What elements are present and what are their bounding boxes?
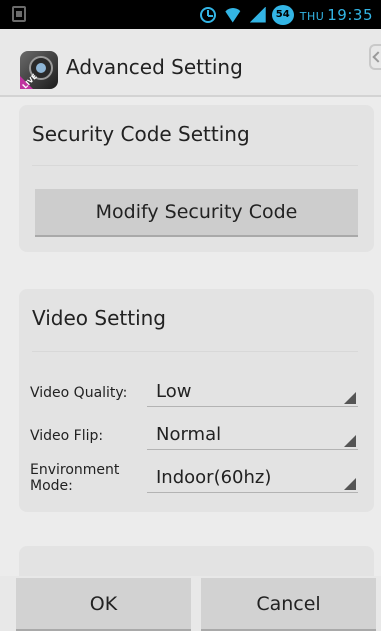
video-flip-value: Normal: [156, 424, 222, 445]
video-quality-select[interactable]: Low: [147, 381, 358, 407]
dropdown-arrow-icon: [344, 435, 356, 447]
back-tab-icon[interactable]: [369, 44, 381, 70]
video-quality-label: Video Quality:: [30, 385, 128, 401]
status-day: THU: [299, 9, 325, 23]
dropdown-arrow-icon: [344, 478, 356, 490]
status-time: 19:35: [327, 5, 373, 24]
alarm-icon: [199, 6, 216, 23]
app-logo-icon[interactable]: LIVE: [19, 50, 59, 90]
battery-icon: 54: [271, 4, 294, 25]
video-section-title: Video Setting: [32, 306, 167, 330]
security-divider: [32, 165, 358, 166]
video-flip-label: Video Flip:: [30, 428, 104, 444]
status-bar: 54 THU 19:35: [0, 0, 381, 29]
environment-mode-label: Environment Mode:: [30, 462, 120, 494]
status-icons: 54 THU 19:35: [199, 4, 373, 25]
signal-icon: [249, 6, 266, 23]
dropdown-arrow-icon: [344, 392, 356, 404]
video-divider: [32, 351, 358, 352]
cancel-button[interactable]: Cancel: [201, 578, 376, 631]
wifi-icon: [222, 7, 244, 23]
page-title: Advanced Setting: [66, 55, 243, 79]
video-flip-select[interactable]: Normal: [147, 424, 358, 450]
modify-security-code-button[interactable]: Modify Security Code: [35, 189, 358, 237]
notification-icon: [12, 6, 26, 22]
status-clock: THU 19:35: [300, 6, 373, 24]
environment-mode-value: Indoor(60hz): [156, 467, 272, 488]
environment-mode-select[interactable]: Indoor(60hz): [147, 467, 358, 493]
video-quality-value: Low: [156, 381, 192, 402]
security-section-title: Security Code Setting: [32, 122, 250, 146]
ok-button[interactable]: OK: [16, 578, 191, 631]
